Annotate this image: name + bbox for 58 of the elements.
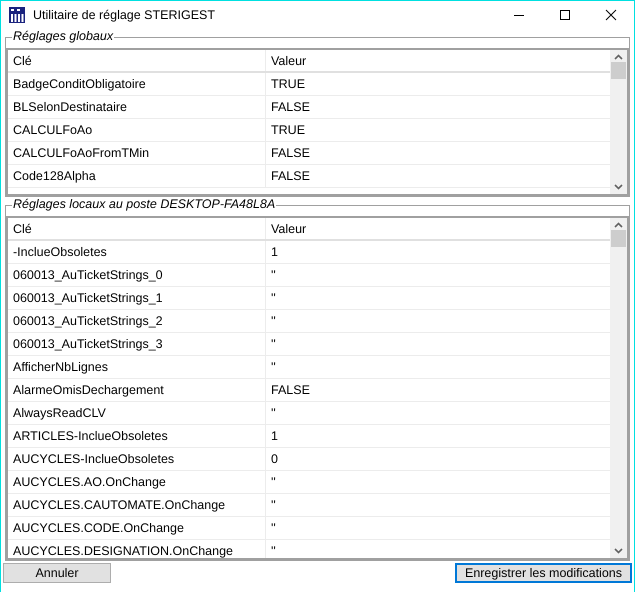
key-cell: AUCYCLES.AO.OnChange [8, 471, 266, 493]
cancel-button[interactable]: Annuler [3, 563, 111, 583]
value-cell-text: FALSE [270, 168, 311, 185]
key-cell: ARTICLES-InclueObsoletes [8, 425, 266, 447]
maximize-icon[interactable] [559, 9, 571, 21]
value-cell-text: '' [270, 359, 277, 376]
key-cell: BadgeConditObligatoire [8, 73, 266, 95]
value-cell-text: '' [270, 313, 277, 330]
app-icon [9, 7, 25, 23]
column-header[interactable]: Clé [8, 50, 266, 71]
scroll-up-icon[interactable] [614, 222, 623, 228]
key-cell: 060013_AuTicketStrings_3 [8, 333, 266, 355]
group-title: Réglages globaux [12, 29, 114, 43]
value-cell-text: 1 [270, 428, 279, 445]
key-cell: AUCYCLES.CAUTOMATE.OnChange [8, 494, 266, 516]
save-button[interactable]: Enregistrer les modifications [454, 563, 632, 583]
scrollbar[interactable] [610, 218, 627, 558]
key-cell: 060013_AuTicketStrings_0 [8, 264, 266, 286]
scroll-thumb[interactable] [611, 62, 626, 79]
scroll-down-icon[interactable] [614, 548, 623, 554]
value-cell-text: TRUE [270, 76, 306, 93]
key-cell: 060013_AuTicketStrings_1 [8, 287, 266, 309]
key-cell: AlarmeOmisDechargement [8, 379, 266, 401]
value-cell-text: TRUE [270, 122, 306, 139]
scroll-thumb[interactable] [611, 230, 626, 247]
value-cell-text: '' [270, 336, 277, 353]
key-cell: AUCYCLES-InclueObsoletes [8, 448, 266, 470]
value-cell-text: '' [270, 474, 277, 491]
value-cell-text: '' [270, 267, 277, 284]
key-cell: Code128Alpha [8, 165, 266, 187]
value-cell-text: '' [270, 543, 277, 558]
key-cell: AUCYCLES.CODE.OnChange [8, 517, 266, 539]
key-cell: CALCULFoAo [8, 119, 266, 141]
value-cell-text: '' [270, 497, 277, 514]
key-cell: AlwaysReadCLV [8, 402, 266, 424]
close-icon[interactable] [605, 9, 617, 21]
value-cell-text: FALSE [270, 382, 311, 399]
key-cell: CALCULFoAoFromTMin [8, 142, 266, 164]
value-cell-text: '' [270, 520, 277, 537]
column-header[interactable]: Valeur [266, 50, 610, 71]
value-cell-text: FALSE [270, 99, 311, 116]
column-header[interactable]: Clé [8, 218, 266, 239]
scroll-down-icon[interactable] [614, 184, 623, 190]
column-header[interactable]: Valeur [266, 218, 610, 239]
key-cell: 060013_AuTicketStrings_2 [8, 310, 266, 332]
value-cell-text: '' [270, 290, 277, 307]
scroll-up-icon[interactable] [614, 54, 623, 60]
value-cell-text: '' [270, 405, 277, 422]
key-cell: BLSelonDestinataire [8, 96, 266, 118]
window-title: Utilitaire de réglage STERIGEST [33, 8, 216, 22]
key-cell: AUCYCLES.DESIGNATION.OnChange [8, 540, 266, 558]
value-cell-text: FALSE [270, 145, 311, 162]
scrollbar[interactable] [610, 50, 627, 194]
key-cell: AfficherNbLignes [8, 356, 266, 378]
group-title: Réglages locaux au poste DESKTOP-FA48L8A [12, 197, 276, 211]
value-cell-text: 0 [270, 451, 279, 468]
value-cell-text: 1 [270, 244, 279, 261]
key-cell: -InclueObsoletes [8, 241, 266, 263]
